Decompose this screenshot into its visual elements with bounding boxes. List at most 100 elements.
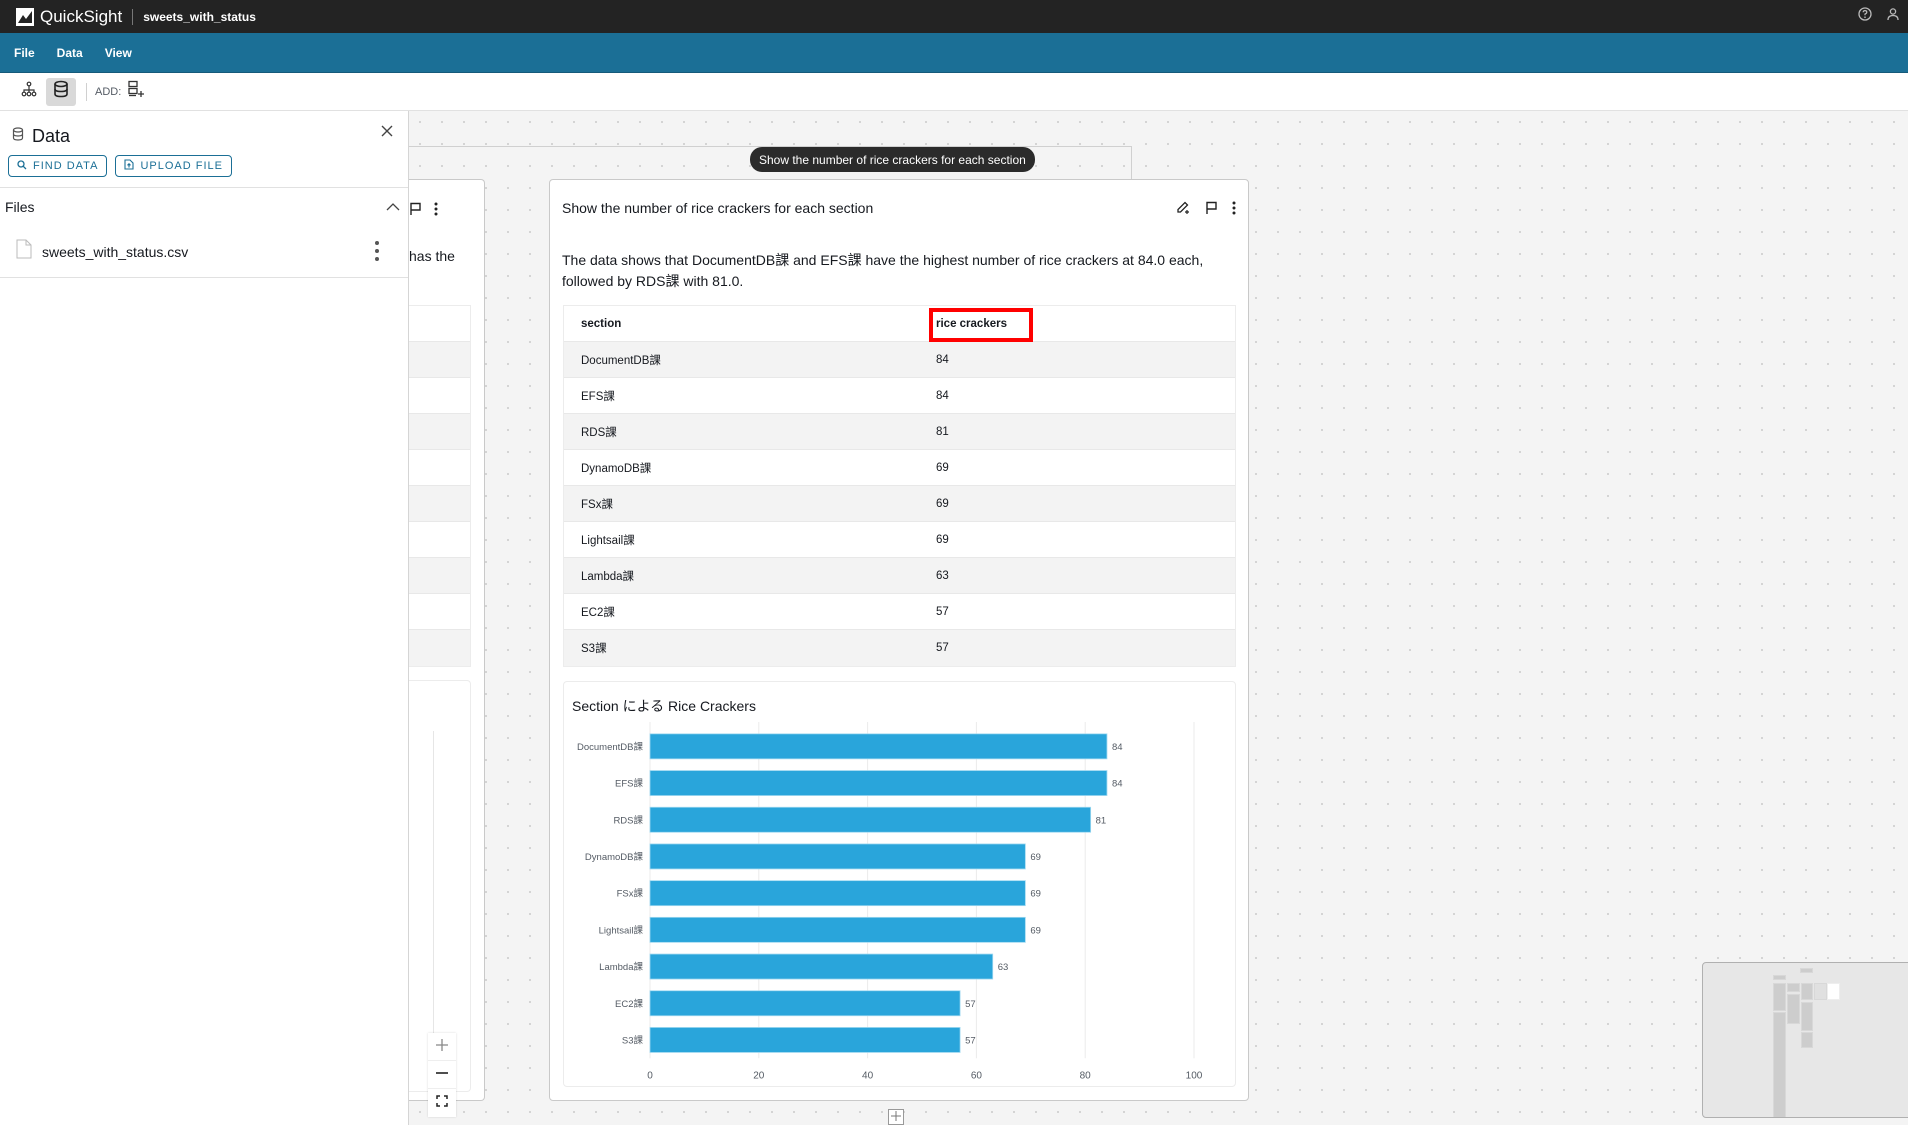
table-header: section rice crackers <box>564 306 1235 342</box>
user-icon[interactable] <box>1886 7 1900 21</box>
more-options-icon[interactable] <box>1232 201 1236 215</box>
table-row: RDS課 81 <box>564 414 1235 450</box>
table-row <box>409 342 470 378</box>
cell-rice-crackers: 69 <box>936 461 949 474</box>
minus-icon <box>436 1066 448 1084</box>
zoom-in-button[interactable] <box>428 1033 456 1061</box>
data-table: section rice crackers DocumentDB課 84 EFS課 8… <box>563 305 1236 667</box>
cell-section: FSx課 <box>581 498 613 511</box>
hierarchy-button[interactable] <box>14 78 44 106</box>
cell-rice-crackers: 84 <box>936 389 949 402</box>
visual-card[interactable]: Show the number of rice crackers for eac… <box>549 179 1249 1101</box>
fit-to-screen-button[interactable] <box>428 1089 456 1117</box>
visual-title-tooltip: Show the number of rice crackers for eac… <box>750 147 1035 172</box>
bar <box>649 1027 961 1053</box>
minimap-block <box>1814 983 1827 1000</box>
menu-bar: File Data View <box>0 33 1908 73</box>
bar <box>649 843 1026 870</box>
data-label: 81 <box>1096 815 1107 826</box>
title-bar: QuickSight sweets_with_status <box>0 0 1908 33</box>
data-panel-title: Data <box>32 125 71 146</box>
data-panel: Data FIND DATA UPLOAD FILE Files sweets_… <box>0 111 409 1125</box>
table-row: S3課 57 <box>564 630 1235 666</box>
upload-file-button[interactable]: UPLOAD FILE <box>115 155 232 177</box>
data-panel-button[interactable] <box>46 77 76 106</box>
add-visual-button[interactable] <box>127 80 145 103</box>
zoom-out-button[interactable] <box>428 1061 456 1089</box>
cell-section: Lightsail課 <box>581 534 635 547</box>
more-options-icon[interactable] <box>374 240 380 267</box>
menu-file[interactable]: File <box>14 46 35 60</box>
menu-data[interactable]: Data <box>57 46 83 60</box>
y-tick-label: EFS課 <box>615 778 643 790</box>
flag-icon[interactable] <box>409 202 422 221</box>
app-name: QuickSight <box>40 6 123 26</box>
minimap-block <box>1800 968 1813 973</box>
add-visual-below-button[interactable] <box>888 1109 904 1125</box>
chart-axis-line <box>433 731 434 1041</box>
cell-section: EC2課 <box>581 606 615 619</box>
highlight-box <box>929 307 1033 342</box>
cell-rice-crackers: 69 <box>936 497 949 510</box>
table-row <box>409 522 470 558</box>
table-row <box>409 378 470 414</box>
toolbar: ADD: <box>0 73 1908 111</box>
search-icon <box>17 159 27 173</box>
table-row: EC2課 57 <box>564 594 1235 630</box>
bar <box>649 806 1092 833</box>
column-header-rice-crackers[interactable]: rice crackers <box>929 307 1033 342</box>
table-row: EFS課 84 <box>564 378 1235 414</box>
file-name: sweets_with_status.csv <box>42 243 189 260</box>
file-list-item[interactable]: sweets_with_status.csv <box>0 226 408 278</box>
hierarchy-icon <box>21 81 37 102</box>
y-tick-label: RDS課 <box>613 814 643 826</box>
table-header <box>409 306 470 342</box>
table-row <box>409 486 470 522</box>
bar-chart-svg: 0 20 40 60 80 100 DocumentDB課 84 EFS課 84 RDS課 81 Dyn… <box>577 722 1203 1081</box>
canvas-minimap[interactable] <box>1702 962 1908 1118</box>
bar <box>649 733 1108 760</box>
cell-rice-crackers: 57 <box>936 642 949 654</box>
more-options-icon[interactable] <box>434 202 438 221</box>
flag-icon[interactable] <box>1205 201 1218 215</box>
cell-section: DocumentDB課 <box>581 354 661 367</box>
bar <box>649 770 1108 796</box>
x-tick-label: 100 <box>1186 1070 1203 1081</box>
data-label: 84 <box>1112 742 1123 753</box>
analysis-canvas[interactable]: has the Show the number of rice crackers… <box>409 111 1908 1125</box>
data-label: 63 <box>998 962 1009 973</box>
data-label: 57 <box>965 1035 976 1046</box>
quicksight-logo[interactable]: QuickSight <box>16 7 122 27</box>
chevron-up-icon[interactable] <box>386 199 400 215</box>
data-label: 57 <box>965 999 976 1010</box>
y-tick-label: DocumentDB課 <box>577 741 643 753</box>
files-section-header[interactable]: Files <box>0 188 408 226</box>
x-tick-label: 20 <box>753 1070 765 1081</box>
find-data-button[interactable]: FIND DATA <box>8 155 108 177</box>
cell-section: DynamoDB課 <box>581 462 652 475</box>
y-tick-label: EC2課 <box>615 998 643 1010</box>
x-tick-label: 40 <box>862 1070 874 1081</box>
menu-view[interactable]: View <box>105 46 132 60</box>
edit-sparkle-icon[interactable] <box>1176 200 1191 215</box>
cell-rice-crackers: 69 <box>936 533 949 546</box>
analysis-title[interactable]: sweets_with_status <box>143 10 256 24</box>
cell-rice-crackers: 81 <box>936 425 949 438</box>
table-row: FSx課 69 <box>564 486 1235 522</box>
cell-rice-crackers: 84 <box>936 353 949 366</box>
visual-card-partial[interactable]: has the <box>409 179 485 1101</box>
column-header-section[interactable]: section <box>564 318 922 330</box>
help-icon[interactable] <box>1858 7 1872 21</box>
bar <box>649 916 1026 943</box>
y-tick-label: FSx課 <box>617 888 644 900</box>
minimap-block <box>1787 994 1800 1024</box>
minimap-viewport[interactable] <box>1827 983 1840 1000</box>
data-label: 84 <box>1112 779 1123 790</box>
data-label: 69 <box>1030 889 1041 900</box>
fullscreen-icon <box>436 1094 448 1112</box>
close-icon[interactable] <box>380 124 394 143</box>
visual-title: Show the number of rice crackers for eac… <box>562 200 874 216</box>
data-label: 69 <box>1030 925 1041 936</box>
cell-section: Lambda課 <box>581 570 635 583</box>
cell-section: RDS課 <box>581 426 617 439</box>
